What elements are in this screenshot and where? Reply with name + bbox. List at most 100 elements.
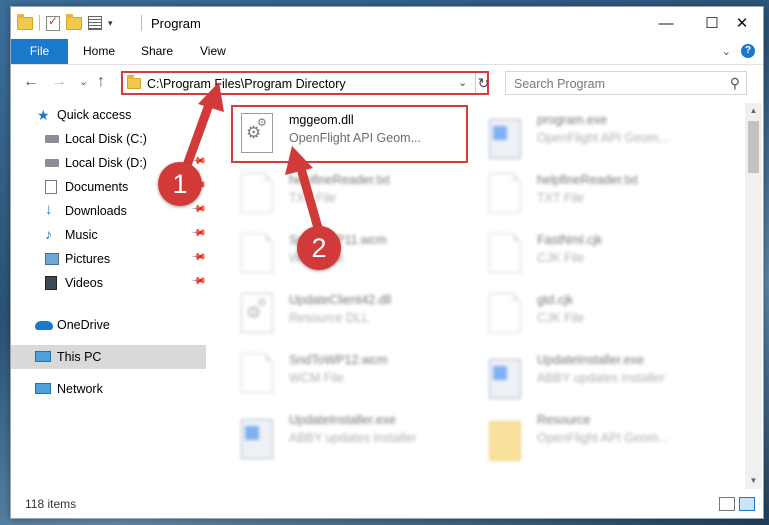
title-bar: ▾ Program — ☐ ✕ [11,7,763,39]
sidebar-item-quick-access[interactable]: ★ Quick access [11,103,206,127]
file-type: CJK File [537,311,585,325]
sidebar-item-this-pc[interactable]: This PC [11,345,206,369]
sidebar-item-label: Documents [65,180,129,194]
file-icon [489,233,521,273]
sidebar-item-network[interactable]: Network [11,377,206,401]
ribbon-right: ⌄ ? [722,44,755,58]
pin-icon[interactable]: 📌 [190,273,207,290]
close-button[interactable]: ✕ [719,7,765,39]
sidebar-item-onedrive[interactable]: OneDrive [11,313,206,337]
file-name: UpdateInstaller.exe [289,413,397,427]
address-path[interactable]: C:\Program Files\Program Directory [147,77,346,91]
search-icon[interactable]: ⚲ [730,75,740,92]
file-item[interactable]: SndToWP11.wcm WCM File [233,229,473,279]
file-item[interactable]: FastNml.cjk CJK File [481,229,721,279]
file-type: Resource DLL [289,311,369,325]
network-icon [35,383,51,394]
file-item[interactable]: gtd.cjk CJK File [481,289,721,339]
file-icon [489,293,521,333]
search-input[interactable]: Search Program [514,77,605,91]
up-button[interactable]: ↑ [97,73,105,91]
scroll-down-icon[interactable]: ▼ [745,473,762,489]
tiles-view-icon[interactable] [739,497,755,511]
vertical-scrollbar[interactable]: ▲ ▼ [745,103,762,489]
onedrive-icon [35,321,53,330]
file-item[interactable]: UpdateInstaller.exe ABBY updates install… [233,409,473,459]
file-type: TXT File [537,191,584,205]
sidebar-item-local-disk-c[interactable]: Local Disk (C:) [11,127,206,151]
file-icon [241,233,273,273]
address-dropdown-icon[interactable]: ⌄ [458,76,467,89]
folder-icon [127,75,141,89]
text-file-icon [489,173,521,213]
file-item[interactable]: SndToWP12.wcm WCM File [233,349,473,399]
search-box[interactable]: Search Program ⚲ [505,71,747,95]
file-name: gtd.cjk [537,293,574,307]
file-item[interactable]: ⚙ ⚙ UpdateClient42.dll Resource DLL [233,289,473,339]
file-name: FastNml.cjk [537,233,603,247]
tab-file[interactable]: File [11,39,68,64]
sidebar-item-videos[interactable]: Videos 📌 [11,271,207,295]
videos-icon [45,276,57,290]
tab-share[interactable]: Share [141,39,173,64]
explorer-window: ▾ Program — ☐ ✕ File Home Share View ⌄ ?… [10,6,764,519]
scroll-thumb[interactable] [748,121,759,173]
properties-check-icon[interactable] [46,14,60,31]
pin-icon[interactable]: 📌 [190,225,207,242]
help-icon[interactable]: ? [741,44,755,58]
file-item[interactable]: helpfineReader.txt TXT File [481,169,721,219]
downloads-icon: ↓ [45,201,53,218]
file-name: UpdateClient42.dll [289,293,392,307]
file-item[interactable]: Resource OpenFlight API Geom... [481,409,721,461]
view-switcher [719,497,755,511]
sidebar-item-label: Network [57,382,103,396]
tab-home[interactable]: Home [83,39,115,64]
window-title: Program [151,16,201,31]
file-name: UpdateInstaller.exe [537,353,645,367]
sidebar-item-label: This PC [57,350,102,364]
file-icon [241,353,273,393]
address-bar[interactable]: C:\Program Files\Program Directory ⌄ ↻ [121,71,489,95]
navigation-pane: ★ Quick access Local Disk (C:) Local Dis… [11,103,207,485]
documents-icon [45,180,57,194]
scroll-up-icon[interactable]: ▲ [745,103,762,119]
tab-view[interactable]: View [200,39,226,64]
file-item[interactable]: helpfineReader.txt TXT File [233,169,473,219]
drive-icon [45,159,59,167]
toolbar-separator [39,15,40,31]
view-details-icon[interactable] [88,16,102,30]
recent-locations-button[interactable]: ⌄ [79,75,88,88]
sidebar-item-label: Downloads [65,204,127,218]
details-view-icon[interactable] [719,497,735,511]
quick-access-toolbar: ▾ [17,13,113,31]
minimize-button[interactable]: — [643,7,689,39]
status-bar: 118 items [11,489,763,519]
pc-icon [35,351,51,362]
new-folder-icon[interactable] [66,13,82,30]
sidebar-item-label: OneDrive [57,318,110,332]
expand-ribbon-icon[interactable]: ⌄ [722,45,731,58]
exe-file-icon [489,359,521,399]
back-button[interactable]: ← [23,73,39,91]
file-name: helpfineReader.txt [289,173,390,187]
file-type: CJK File [537,251,585,265]
ribbon-tabs: File Home Share View ⌄ ? [11,39,763,65]
step-1-badge: 1 [158,162,202,206]
music-icon: ♪ [45,226,52,242]
file-name: helpfineReader.txt [537,173,638,187]
refresh-icon[interactable]: ↻ [475,73,491,93]
pin-icon[interactable]: 📌 [190,249,207,266]
pictures-icon [45,253,59,265]
customize-toolbar-icon[interactable]: ▾ [108,18,113,29]
pin-icon[interactable]: 📌 [190,201,207,218]
forward-button[interactable]: → [51,73,67,91]
exe-file-icon [489,119,521,159]
sidebar-item-music[interactable]: ♪ Music 📌 [11,223,207,247]
file-type: ABBY updates installer [537,371,665,385]
file-type: WCM File [289,371,344,385]
sidebar-item-label: Quick access [57,108,132,122]
navigation-bar: ← → ⌄ ↑ C:\Program Files\Program Directo… [11,67,763,99]
file-item[interactable]: program.exe OpenFlight API Geom... [481,109,721,159]
sidebar-item-pictures[interactable]: Pictures 📌 [11,247,207,271]
file-item[interactable]: UpdateInstaller.exe ABBY updates install… [481,349,721,399]
